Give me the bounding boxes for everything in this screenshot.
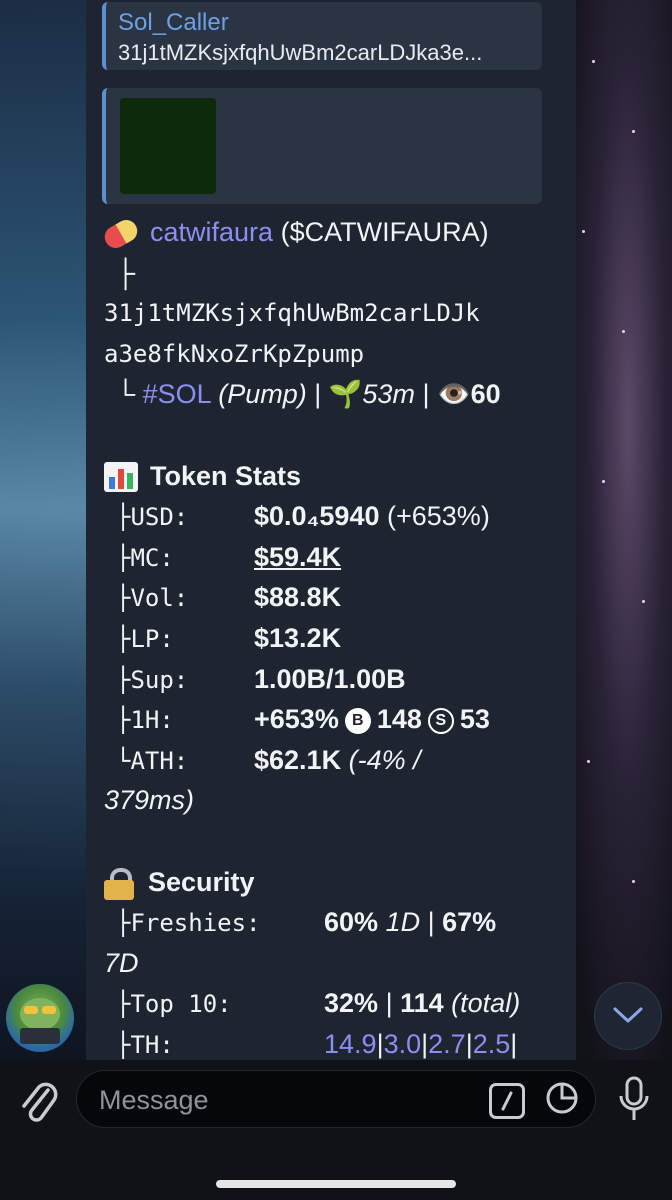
- stat-key-vol: ├Vol:: [116, 584, 189, 613]
- stat-key-sup: ├Sup:: [116, 665, 189, 694]
- chain-hashtag-link[interactable]: #SOL: [143, 379, 211, 409]
- stat-key-mc: ├MC:: [116, 543, 174, 572]
- buys-icon: B: [344, 708, 371, 734]
- token-age: 53m: [362, 379, 415, 410]
- separator: |: [314, 379, 322, 410]
- reply-text: 31j1tMZKsjxfqhUwBm2carLDJka3e...: [118, 40, 483, 65]
- scroll-to-bottom-button[interactable]: [594, 982, 662, 1050]
- lock-icon: [104, 868, 134, 901]
- media-preview[interactable]: [102, 88, 542, 204]
- command-icon[interactable]: [489, 1083, 525, 1119]
- token-name-link[interactable]: catwifaura: [150, 217, 273, 247]
- sells-count: 53: [459, 704, 490, 735]
- separator: |: [510, 1028, 518, 1059]
- paperclip-icon[interactable]: [18, 1076, 58, 1128]
- buys-count: 148: [376, 704, 422, 735]
- contract-address-line1[interactable]: 31j1tMZKsjxfqhUwBm2carLDJk: [104, 293, 564, 334]
- stat-value-1h: +653%: [254, 704, 339, 735]
- microphone-icon[interactable]: [614, 1074, 654, 1126]
- composer-bar: Message: [0, 1060, 672, 1200]
- tree-end: └: [116, 379, 136, 410]
- stat-key-usd: ├USD:: [116, 503, 189, 532]
- pill-icon: [100, 215, 142, 252]
- stat-key-lp: ├LP:: [116, 624, 174, 653]
- wallpaper-right: [562, 0, 672, 1060]
- separator: |: [422, 379, 430, 410]
- message-text: catwifaura ($CATWIFAURA) ├ 31j1tMZKsjxfq…: [100, 212, 564, 1060]
- bar-chart-icon: [104, 462, 138, 493]
- message-bubble[interactable]: Sol_Caller 31j1tMZKsjxfqhUwBm2carLDJka3e…: [86, 0, 576, 1060]
- stat-value-vol: $88.8K: [254, 582, 342, 613]
- th-value-link[interactable]: 2.5: [473, 1029, 511, 1059]
- label-7d: 7D: [104, 947, 139, 978]
- th-value-link[interactable]: 2.7: [428, 1029, 466, 1059]
- freshies-key: ├Freshies:: [116, 909, 261, 938]
- separator: |: [376, 1028, 384, 1059]
- token-stats-header: Token Stats: [150, 460, 302, 491]
- eye-icon: 👁️: [436, 379, 471, 410]
- contract-address-line2[interactable]: a3e8fkNxoZrKpZpump: [104, 334, 564, 375]
- separator: |: [385, 988, 393, 1019]
- message-placeholder: Message: [99, 1085, 209, 1115]
- stat-value-usd: $0.0₄5940: [254, 501, 380, 532]
- home-indicator: [216, 1180, 456, 1188]
- stat-extra-ath: (-4% /: [348, 744, 421, 775]
- token-ticker: ($CATWIFAURA): [280, 217, 489, 247]
- security-header: Security: [148, 866, 255, 897]
- freshies-7d: 67%: [442, 907, 497, 938]
- reply-sender-name: Sol_Caller: [118, 9, 229, 36]
- platform-label: (Pump): [218, 379, 307, 410]
- stat-key-ath: └ATH:: [116, 746, 189, 775]
- wallpaper-left: [0, 0, 95, 1060]
- stat-extra-usd: (+653%): [387, 501, 490, 532]
- separator: |: [465, 1028, 473, 1059]
- label-1d: 1D: [385, 907, 421, 938]
- th-key: ├TH:: [116, 1030, 174, 1059]
- media-thumbnail[interactable]: [120, 98, 216, 194]
- stat-value-lp: $13.2K: [254, 622, 342, 653]
- sticker-icon[interactable]: [545, 1081, 579, 1115]
- ath-time: 379ms): [104, 785, 195, 816]
- chevron-down-icon: [613, 1007, 643, 1023]
- th-value-link[interactable]: 3.0: [384, 1029, 422, 1059]
- sprout-icon: 🌱: [328, 379, 363, 410]
- th-value-link[interactable]: 14.9: [324, 1029, 377, 1059]
- top10-pct: 32%: [324, 988, 379, 1019]
- sells-icon: S: [427, 708, 454, 734]
- view-count: 60: [470, 379, 501, 410]
- separator: |: [427, 907, 435, 938]
- stat-value-ath: $62.1K: [254, 744, 342, 775]
- top10-total: (total): [451, 988, 521, 1019]
- sender-avatar[interactable]: [6, 984, 74, 1052]
- reply-quote[interactable]: Sol_Caller 31j1tMZKsjxfqhUwBm2carLDJka3e…: [102, 2, 542, 70]
- tree-branch: ├: [116, 257, 136, 288]
- top10-key: ├Top 10:: [116, 990, 232, 1019]
- stat-key-1h: ├1H:: [116, 706, 174, 735]
- market-cap-link[interactable]: $59.4K: [254, 542, 341, 572]
- freshies-1d: 60%: [324, 907, 379, 938]
- stat-value-sup: 1.00B/1.00B: [254, 663, 406, 694]
- top10-count: 114: [400, 988, 444, 1019]
- message-input[interactable]: Message: [76, 1070, 596, 1128]
